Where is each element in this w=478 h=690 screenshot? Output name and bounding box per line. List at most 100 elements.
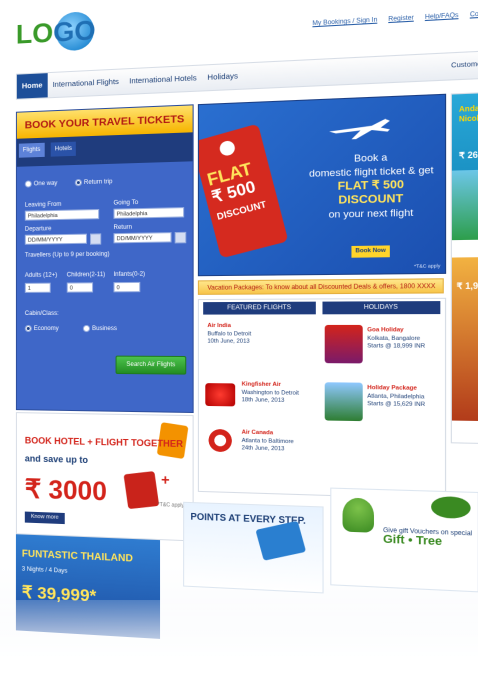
plus-icon: +	[161, 471, 170, 488]
going-label: Going To	[113, 200, 138, 207]
customer-support-link[interactable]: Customer Support	[451, 50, 478, 79]
economy-label: Economy	[34, 326, 59, 332]
infants-select[interactable]: 0	[113, 282, 140, 292]
cabin-business[interactable]: Business	[83, 325, 117, 332]
beach-image	[452, 169, 478, 240]
andaman-title: Andaman & Nicobar	[459, 103, 478, 125]
hotel-tag-icon	[124, 471, 160, 509]
holiday-item[interactable]: Goa Holiday Kolkata, Bangalore Starts @ …	[367, 327, 425, 351]
adults-label: Adults (12+)	[25, 273, 57, 279]
tab-international-flights[interactable]: International Flights	[48, 69, 125, 97]
tab-flights[interactable]: Flights	[19, 143, 44, 158]
logo-text-b: GO	[53, 15, 95, 48]
return-label: Return trip	[84, 179, 113, 186]
oneway-radio[interactable]	[25, 180, 32, 187]
banner-copy: Book a domestic flight ticket & get FLAT…	[305, 149, 438, 222]
flight-date: 10th June, 2013	[207, 338, 251, 346]
andaman-price: ₹ 26,999	[459, 150, 478, 161]
book-now-button[interactable]: Book Now	[351, 245, 389, 257]
know-more-button[interactable]: Know more	[25, 512, 65, 525]
return-radio[interactable]	[75, 179, 82, 186]
main-nav: Home International Flights International…	[16, 49, 478, 100]
top-link-signin[interactable]: My Bookings / Sign In	[312, 17, 377, 27]
tab-home[interactable]: Home	[17, 73, 48, 99]
vacation-packages-bar[interactable]: Vacation Packages: To know about all Dis…	[198, 278, 444, 295]
cabin-economy[interactable]: Economy	[25, 325, 59, 332]
flight-airline: Air India	[207, 323, 251, 331]
thailand-nights: 3 Nights / 4 Days	[22, 567, 68, 575]
logo-text-a: LO	[16, 17, 53, 49]
promo-amount: ₹ 3000	[25, 473, 107, 507]
cabin-label: Cabin/Class:	[25, 311, 59, 317]
thailand-title: FUNTASTIC THAILAND	[22, 549, 133, 565]
return-date-input[interactable]: DD/MM/YYYY	[113, 232, 171, 243]
flight-item[interactable]: Air India Buffalo to Detroit 10th June, …	[207, 323, 251, 347]
trip-oneway[interactable]: One way	[25, 180, 58, 188]
promo-subline: and save up to	[25, 453, 88, 465]
points-ad[interactable]: POINTS AT EVERY STEP.	[183, 502, 323, 594]
flight-item[interactable]: Kingfisher Air Washington to Detroit 18t…	[242, 381, 299, 405]
holiday-name: Holiday Package	[367, 385, 425, 394]
featured-panel: FEATURED FLIGHTS HOLIDAYS Air India Buff…	[198, 298, 446, 500]
hotel-flight-promo[interactable]: BOOK HOTEL + FLIGHT TOGETHER and save up…	[16, 412, 194, 541]
departure-label: Departure	[25, 226, 52, 233]
reflection-fade	[0, 600, 478, 690]
oneway-label: One way	[34, 181, 58, 188]
banner-line4: on your next flight	[305, 206, 438, 223]
airline-logo	[205, 383, 235, 406]
logo[interactable]: LOGO	[16, 15, 96, 51]
banner-line3: FLAT ₹ 500 DISCOUNT	[305, 178, 438, 209]
going-to-select[interactable]: Philadelphia	[113, 207, 184, 219]
banner-tc: *T&C apply	[414, 263, 440, 269]
holiday-price: Starts @ 15,629 INR	[367, 401, 425, 410]
discount-banner[interactable]: FLAT ₹ 500 DISCOUNT Book a domestic flight…	[198, 94, 446, 277]
trip-return[interactable]: Return trip	[75, 178, 113, 186]
infants-label: Infants(0-2)	[113, 272, 145, 278]
flight-item[interactable]: Air Canada Atlanta to Baltimore 24th Jun…	[242, 429, 294, 454]
gift-card-icon	[255, 521, 306, 561]
promo-headline: BOOK HOTEL + FLIGHT TOGETHER	[25, 435, 183, 449]
featured-flights-header: FEATURED FLIGHTS	[203, 302, 316, 315]
holiday-image[interactable]	[325, 382, 363, 421]
children-select[interactable]: 0	[67, 282, 93, 292]
holiday-place: Kolkata, Bangalore	[367, 335, 425, 343]
page: LOGO My Bookings / Sign In Register Help…	[0, 0, 478, 690]
promo-tc: *T&C apply	[158, 502, 185, 509]
travellers-label: Travellers (Up to 9 per booking)	[25, 252, 110, 259]
holiday-price: Starts @ 18,999 INR	[367, 343, 425, 351]
top-link-help[interactable]: Help/FAQs	[425, 13, 459, 21]
holiday-name: Goa Holiday	[367, 327, 425, 335]
secondary-ad-price: ₹ 1,99,999	[457, 281, 478, 291]
holidays-header: HOLIDAYS	[322, 301, 440, 314]
leaving-label: Leaving From	[25, 202, 62, 209]
departure-input[interactable]: DD/MM/YYYY	[25, 234, 87, 245]
airline-logo	[205, 429, 235, 453]
tab-holidays[interactable]: Holidays	[202, 64, 243, 91]
tab-hotels[interactable]: Hotels	[51, 142, 76, 157]
economy-radio[interactable]	[25, 325, 32, 332]
leaving-from-select[interactable]: Philadelphia	[25, 209, 99, 221]
business-label: Business	[92, 326, 117, 332]
secondary-ad[interactable]: ₹ 1,99,999	[452, 257, 478, 422]
flight-date: 18th June, 2013	[242, 397, 299, 406]
top-link-contact[interactable]: Contact Us	[470, 10, 478, 19]
business-radio[interactable]	[83, 325, 90, 332]
calendar-icon[interactable]	[90, 233, 101, 244]
flight-route: Buffalo to Detroit	[207, 331, 251, 339]
tab-international-hotels[interactable]: International Hotels	[124, 66, 202, 94]
gift-tree-text: Give gift Vouchers on special Gift • Tre…	[383, 527, 472, 548]
top-link-register[interactable]: Register	[388, 15, 414, 23]
holiday-image[interactable]	[325, 325, 363, 363]
right-ads: Andaman & Nicobar ₹ 26,999 ₹ 1,99,999	[451, 91, 478, 445]
top-links: My Bookings / Sign In Register Help/FAQs…	[304, 10, 478, 28]
gift-tree-ad[interactable]: Give gift Vouchers on special Gift • Tre…	[330, 488, 478, 593]
adults-select[interactable]: 1	[25, 283, 51, 293]
children-label: Children(2-11)	[67, 272, 105, 278]
search-flights-button[interactable]: Search Air Flights	[116, 356, 187, 375]
brand-badge	[431, 496, 471, 519]
flight-date: 24th June, 2013	[242, 445, 294, 454]
andaman-ad[interactable]: Andaman & Nicobar ₹ 26,999	[452, 92, 478, 240]
calendar-icon[interactable]	[175, 232, 187, 244]
holiday-item[interactable]: Holiday Package Atlanta, Philadelphia St…	[367, 385, 425, 410]
flight-airline: Kingfisher Air	[242, 381, 299, 390]
